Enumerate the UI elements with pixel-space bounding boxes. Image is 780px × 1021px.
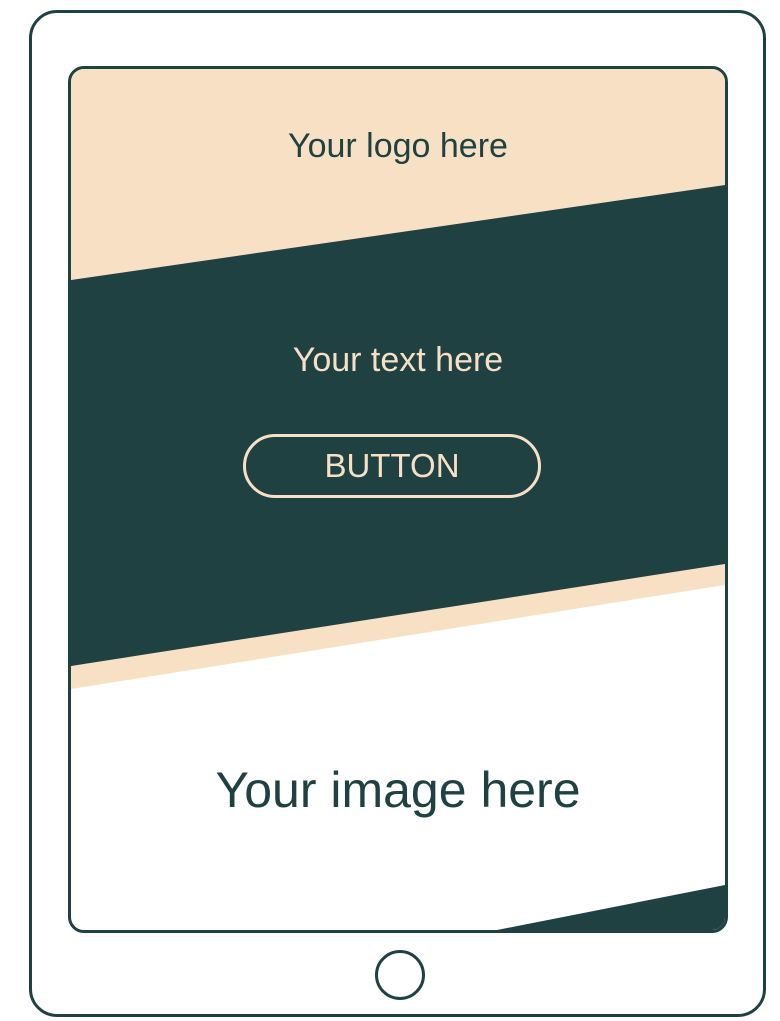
logo-placeholder: Your logo here [288, 127, 508, 165]
body-text: Your text here [292, 341, 504, 379]
home-button-icon[interactable] [375, 950, 425, 1000]
image-placeholder: Your image here [215, 762, 581, 818]
teal-bottom-corner [497, 885, 725, 930]
cta-button[interactable]: BUTTON [243, 434, 541, 498]
tablet-screen: Your logo here Your text here BUTTON You… [68, 66, 728, 933]
